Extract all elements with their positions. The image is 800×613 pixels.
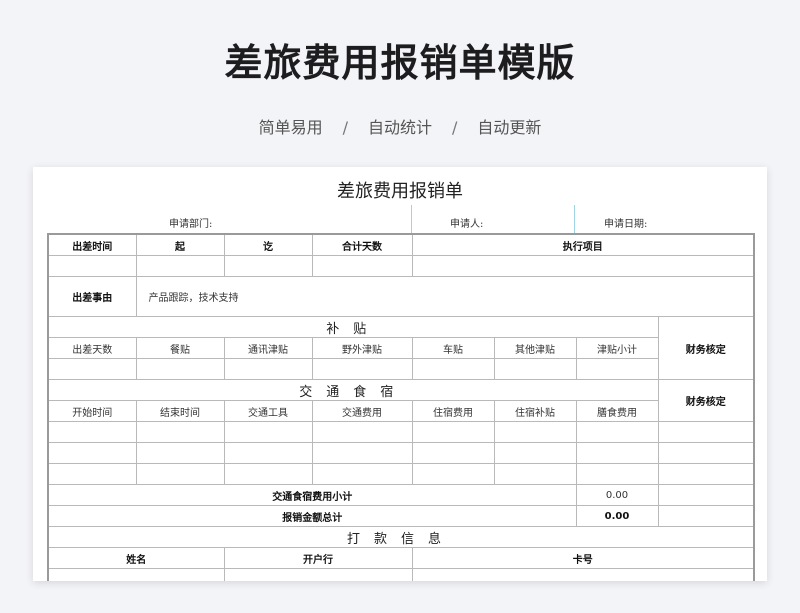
travel-cell[interactable] bbox=[135, 463, 225, 485]
bank-cell[interactable] bbox=[223, 568, 413, 581]
divider bbox=[411, 205, 412, 233]
reason-label: 出差事由 bbox=[47, 276, 137, 317]
travel-audit-label: 财务核定 bbox=[657, 379, 755, 422]
col-comm: 通讯津贴 bbox=[223, 337, 313, 359]
total-label: 报销金额总计 bbox=[47, 505, 577, 527]
travel-audit-cell[interactable] bbox=[657, 421, 755, 443]
col-car: 车贴 bbox=[411, 337, 495, 359]
travel-cell[interactable] bbox=[493, 463, 577, 485]
expense-table: 出差时间 起 讫 合计天数 执行项目 出差事由 产品跟踪，技术支持 补贴 财务核… bbox=[47, 233, 755, 581]
header-start: 起 bbox=[135, 233, 225, 256]
project-cell[interactable] bbox=[411, 255, 755, 277]
travel-audit-cell[interactable] bbox=[657, 442, 755, 464]
divider bbox=[574, 205, 575, 233]
allowance-cell[interactable] bbox=[575, 358, 659, 380]
allowance-cell[interactable] bbox=[135, 358, 225, 380]
travel-cell[interactable] bbox=[135, 421, 225, 443]
name-cell[interactable] bbox=[47, 568, 225, 581]
travel-cell[interactable] bbox=[575, 463, 659, 485]
allowance-cell[interactable] bbox=[493, 358, 577, 380]
form-title: 差旅费用报销单 bbox=[337, 181, 463, 202]
travel-cell[interactable] bbox=[311, 421, 413, 443]
travel-cell[interactable] bbox=[575, 442, 659, 464]
expense-form-sheet: 差旅费用报销单 申请部门: 申请人: 申请日期: 出差时间 起 讫 合计天数 执… bbox=[33, 167, 767, 581]
end-cell[interactable] bbox=[223, 255, 313, 277]
feature-easy: 简单易用 bbox=[258, 118, 323, 137]
travel-cell[interactable] bbox=[223, 442, 313, 464]
travel-cell[interactable] bbox=[575, 421, 659, 443]
col-other: 其他津贴 bbox=[493, 337, 577, 359]
total-value: 0.00 bbox=[575, 505, 659, 527]
subtotal-label: 交通食宿费用小计 bbox=[47, 484, 577, 506]
col-meal-cost: 膳食费用 bbox=[575, 400, 659, 422]
allowance-section-title: 补贴 bbox=[47, 316, 659, 338]
header-project: 执行项目 bbox=[411, 233, 755, 256]
col-bank: 开户行 bbox=[223, 547, 413, 569]
payment-section-title: 打款信息 bbox=[47, 526, 755, 548]
travel-cell[interactable] bbox=[493, 442, 577, 464]
separator: / bbox=[342, 118, 348, 137]
col-subtotal: 津贴小计 bbox=[575, 337, 659, 359]
travel-cell[interactable] bbox=[47, 463, 137, 485]
travel-cell[interactable] bbox=[311, 463, 413, 485]
header-trip-time: 出差时间 bbox=[47, 233, 137, 256]
col-start-time: 开始时间 bbox=[47, 400, 137, 422]
travel-section-title: 交通食宿 bbox=[47, 379, 659, 401]
travel-cell[interactable] bbox=[223, 421, 313, 443]
allowance-cell[interactable] bbox=[223, 358, 313, 380]
travel-audit-cell[interactable] bbox=[657, 463, 755, 485]
total-audit-cell[interactable] bbox=[657, 505, 755, 527]
date-label: 申请日期: bbox=[604, 219, 648, 230]
col-lodging-allowance: 住宿补贴 bbox=[493, 400, 577, 422]
allowance-cell[interactable] bbox=[47, 358, 137, 380]
trip-time-cell[interactable] bbox=[47, 255, 137, 277]
reason-value[interactable]: 产品跟踪，技术支持 bbox=[135, 276, 755, 317]
travel-cell[interactable] bbox=[47, 421, 137, 443]
feature-auto-stats: 自动统计 bbox=[367, 118, 432, 137]
subtotal-value: 0.00 bbox=[575, 484, 659, 506]
col-transport-cost: 交通费用 bbox=[311, 400, 413, 422]
travel-cell[interactable] bbox=[411, 463, 495, 485]
department-label: 申请部门: bbox=[169, 219, 213, 230]
travel-cell[interactable] bbox=[411, 421, 495, 443]
allowance-cell[interactable] bbox=[411, 358, 495, 380]
travel-cell[interactable] bbox=[493, 421, 577, 443]
separator: / bbox=[452, 118, 458, 137]
header-total-days: 合计天数 bbox=[311, 233, 413, 256]
subtotal-audit-cell[interactable] bbox=[657, 484, 755, 506]
travel-cell[interactable] bbox=[223, 463, 313, 485]
applicant-label: 申请人: bbox=[450, 219, 484, 230]
card-number-cell[interactable] bbox=[411, 568, 755, 581]
travel-cell[interactable] bbox=[47, 442, 137, 464]
travel-cell[interactable] bbox=[311, 442, 413, 464]
col-trip-days: 出差天数 bbox=[47, 337, 137, 359]
feature-tagline: 简单易用 / 自动统计 / 自动更新 bbox=[0, 114, 800, 138]
col-end-time: 结束时间 bbox=[135, 400, 225, 422]
allowance-audit-label: 财务核定 bbox=[657, 316, 755, 380]
feature-auto-update: 自动更新 bbox=[477, 118, 542, 137]
col-meal: 餐贴 bbox=[135, 337, 225, 359]
header-end: 讫 bbox=[223, 233, 313, 256]
travel-cell[interactable] bbox=[411, 442, 495, 464]
col-card-number: 卡号 bbox=[411, 547, 755, 569]
col-field: 野外津贴 bbox=[311, 337, 413, 359]
total-days-cell[interactable] bbox=[311, 255, 413, 277]
start-cell[interactable] bbox=[135, 255, 225, 277]
col-vehicle: 交通工具 bbox=[223, 400, 313, 422]
page-title: 差旅费用报销单模版 bbox=[224, 41, 576, 85]
allowance-cell[interactable] bbox=[311, 358, 413, 380]
col-name: 姓名 bbox=[47, 547, 225, 569]
travel-cell[interactable] bbox=[135, 442, 225, 464]
col-lodging-cost: 住宿费用 bbox=[411, 400, 495, 422]
